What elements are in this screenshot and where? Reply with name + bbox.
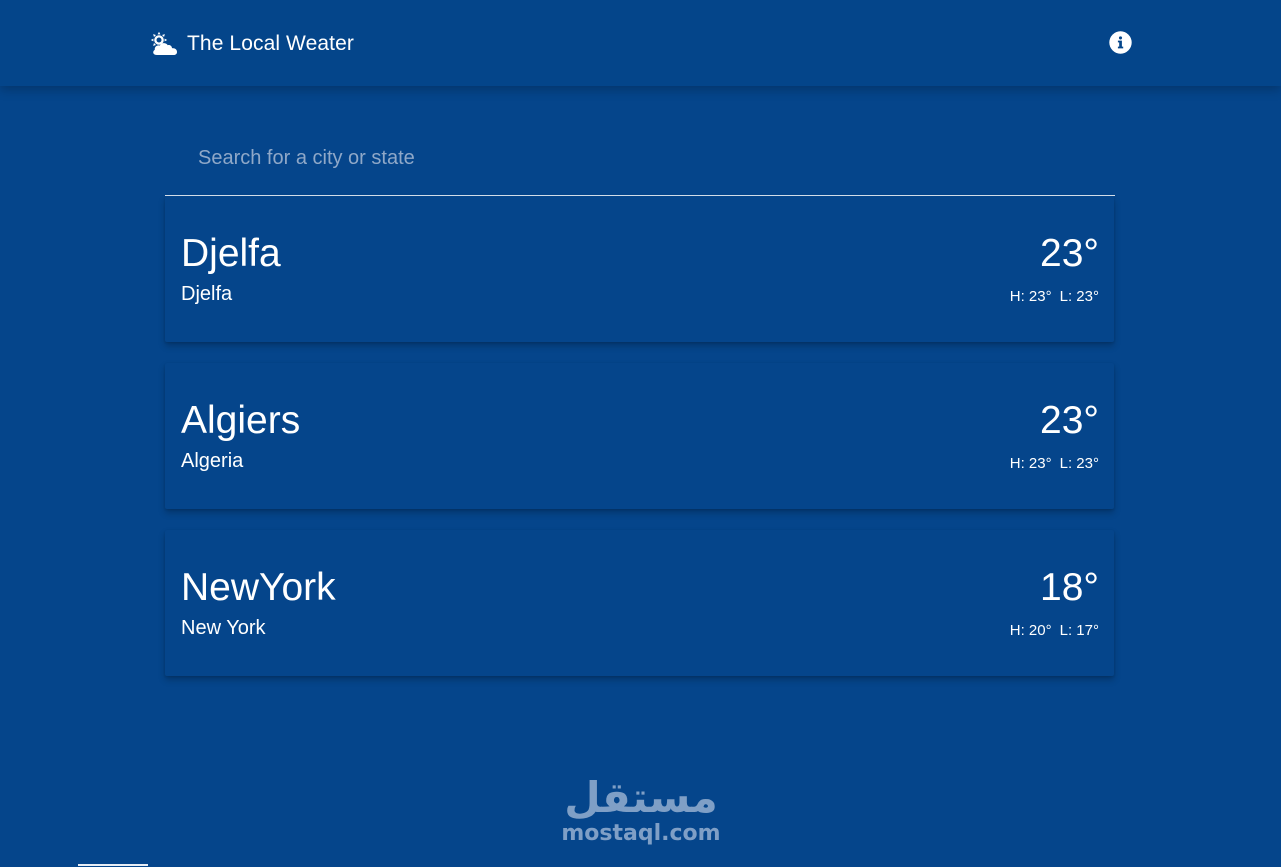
city-card-djelfa[interactable]: Djelfa Djelfa 23° H: 23° L: 23° — [165, 196, 1114, 342]
high-temperature: H: 23° — [1009, 288, 1052, 305]
city-name: Djelfa — [181, 232, 281, 275]
watermark-domain: mostaql.com — [561, 821, 721, 846]
city-card-algiers[interactable]: Algiers Algeria 23° H: 23° L: 23° — [165, 363, 1114, 509]
city-card-newyork[interactable]: NewYork New York 18° H: 20° L: 17° — [165, 530, 1114, 676]
temperature-range: H: 20° L: 17° — [1010, 621, 1099, 641]
current-temperature: 18° — [1040, 566, 1099, 609]
mostaql-watermark: مستقل mostaql.com — [560, 774, 722, 850]
high-temperature: H: 23° — [1009, 455, 1052, 472]
city-region: Algeria — [181, 450, 244, 472]
info-icon[interactable] — [1109, 31, 1132, 54]
current-temperature: 23° — [1040, 232, 1099, 275]
bottom-divider — [78, 864, 148, 866]
watermark-arabic-logo: مستقل — [564, 773, 718, 822]
app-title: The Local Weater — [187, 32, 354, 55]
temperature-range: H: 23° L: 23° — [1010, 454, 1099, 474]
current-temperature: 23° — [1040, 399, 1099, 442]
brand: The Local Weater — [148, 30, 354, 58]
low-temperature: L: 17° — [1059, 622, 1099, 639]
city-name: Algiers — [181, 399, 301, 442]
temperature-range: H: 23° L: 23° — [1010, 287, 1099, 307]
low-temperature: L: 23° — [1059, 455, 1099, 472]
city-region: New York — [181, 617, 266, 639]
weather-sun-cloud-icon — [150, 31, 177, 55]
search-input[interactable] — [165, 124, 1115, 192]
low-temperature: L: 23° — [1059, 288, 1099, 305]
city-name: NewYork — [181, 566, 336, 609]
high-temperature: H: 20° — [1009, 622, 1052, 639]
city-region: Djelfa — [181, 283, 233, 305]
search-field — [165, 124, 1115, 196]
app-bar: The Local Weater — [0, 0, 1281, 86]
